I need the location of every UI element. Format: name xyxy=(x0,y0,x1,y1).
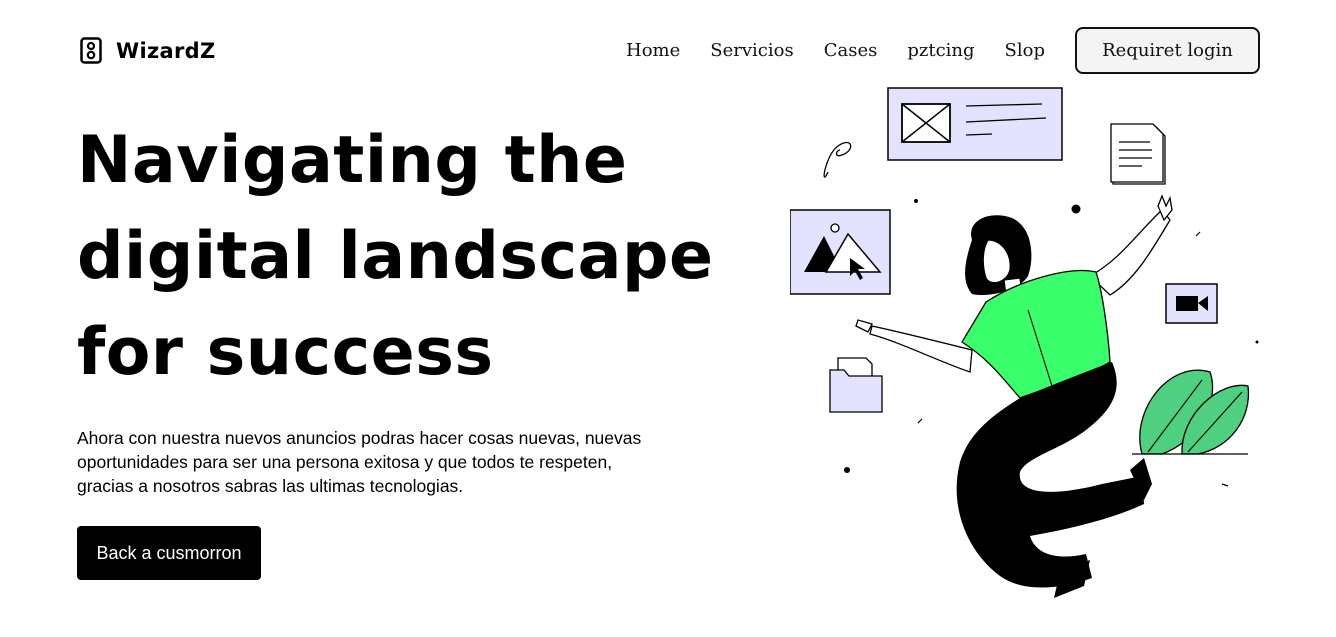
hero-description-line-3: gracias a nosotros sabras las ultimas te… xyxy=(77,476,464,496)
hero-title-line-3: for success xyxy=(77,315,494,390)
login-button[interactable]: Requiret login xyxy=(1075,27,1260,74)
hero-description: Ahora con nuestra nuevos anuncios podras… xyxy=(77,426,687,498)
nav-link-servicios[interactable]: Servicios xyxy=(710,40,793,61)
nav-link-home[interactable]: Home xyxy=(626,40,680,61)
speaker-icon xyxy=(80,37,102,64)
cta-button[interactable]: Back a cusmorron xyxy=(77,526,261,580)
video-card-icon xyxy=(1165,283,1218,324)
brand-name: WizardZ xyxy=(116,38,216,63)
nav-link-cases[interactable]: Cases xyxy=(824,40,878,61)
nav-link-pricing[interactable]: pztcing xyxy=(907,40,974,61)
web-card-icon xyxy=(887,87,1063,161)
folder-icon xyxy=(829,357,883,413)
image-card-icon xyxy=(790,209,891,295)
hero-title-line-2: digital landscape xyxy=(77,219,714,294)
plant-icon xyxy=(1132,369,1250,455)
hero-title-line-1: Navigating the xyxy=(77,123,628,198)
nav-link-slop[interactable]: Slop xyxy=(1005,40,1045,61)
hero-description-line-1: Ahora con nuestra nuevos anuncios podras… xyxy=(77,428,642,448)
document-icon xyxy=(1110,123,1166,185)
hero-description-line-2: oportunidades para ser una persona exito… xyxy=(77,452,613,472)
brand-logo[interactable]: WizardZ xyxy=(80,37,215,64)
hero-illustration xyxy=(790,87,1259,598)
main-nav: Home Servicios Cases pztcing Slop Requir… xyxy=(626,27,1260,74)
woman-figure xyxy=(855,194,1173,598)
hero-title: Navigating the digital landscape for suc… xyxy=(77,113,737,401)
swirl-decoration xyxy=(823,141,852,178)
